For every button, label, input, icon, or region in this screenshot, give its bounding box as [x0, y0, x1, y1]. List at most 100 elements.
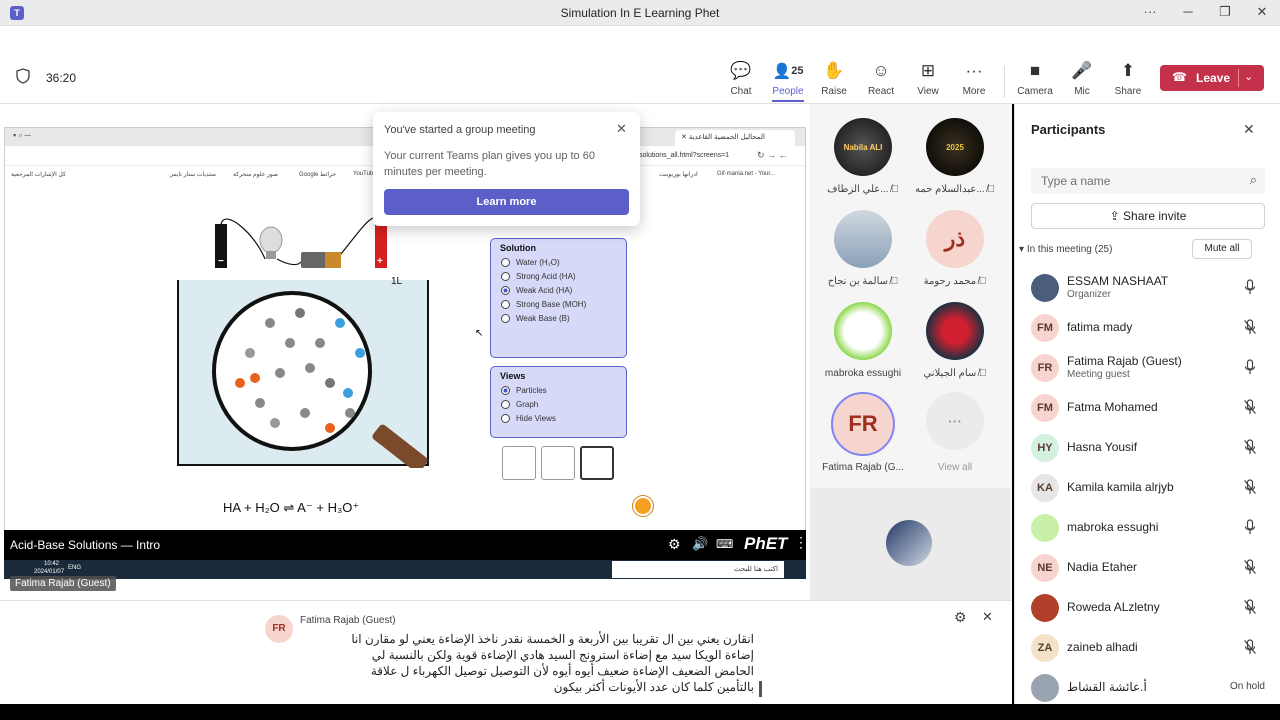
- share-button[interactable]: ⬆ Share: [1104, 60, 1152, 97]
- browser-tab[interactable]: ✕ المحاليل الحمضية القاعدية: [675, 130, 795, 146]
- mic-off-icon[interactable]: [1243, 439, 1257, 455]
- mic-off-icon: 🎙̸: [978, 276, 987, 287]
- gallery-tile[interactable]: 2025 عبدالسلام حمه... 🎙̸: [910, 118, 1000, 195]
- tile-name: علي الزطاف... 🎙̸: [827, 184, 899, 195]
- mic-icon[interactable]: [1243, 359, 1257, 375]
- mic-off-icon[interactable]: [1243, 599, 1257, 615]
- keyboard-icon[interactable]: ⌨: [716, 537, 733, 551]
- settings-icon[interactable]: ⚙: [668, 536, 681, 553]
- popup-close-icon[interactable]: ✕: [616, 121, 627, 137]
- participant-name: Hasna Yousif: [1067, 440, 1138, 454]
- solution-option-weak-acid[interactable]: Weak Acid (HA): [501, 286, 626, 295]
- participant-row[interactable]: FM fatima mady: [1031, 310, 1271, 346]
- tile-name: View all: [937, 462, 973, 473]
- gallery-tile[interactable]: Nabila ALI علي الزطاف... 🎙̸: [818, 118, 908, 195]
- participant-row[interactable]: ZA zaineb alhadi: [1031, 630, 1271, 666]
- captions-scrollbar[interactable]: [759, 681, 762, 697]
- participant-name: Kamila kamila alrjyb: [1067, 480, 1174, 494]
- more-options-icon[interactable]: ···: [1140, 4, 1160, 19]
- view-option-particles[interactable]: Particles: [501, 386, 626, 395]
- windows-taskbar: 10:42 2024/01/07 ENG اكتب هنا للبحث: [4, 560, 806, 579]
- participant-row[interactable]: FM Fatma Mohamed: [1031, 390, 1271, 426]
- taskbar-search[interactable]: اكتب هنا للبحث: [612, 561, 784, 578]
- raise-hand-button[interactable]: ✋ Raise: [810, 60, 858, 97]
- section-in-meeting[interactable]: ▾ In this meeting (25): [1019, 244, 1112, 255]
- gallery-tile-active[interactable]: FR Fatima Rajab (G...: [818, 392, 908, 473]
- share-invite-button[interactable]: ⇪ Share invite: [1031, 203, 1265, 229]
- captions-settings-icon[interactable]: ⚙: [954, 609, 967, 626]
- close-window-button[interactable]: ✕: [1252, 4, 1272, 20]
- mic-off-icon[interactable]: [1243, 319, 1257, 335]
- chat-button[interactable]: 💬 Chat: [717, 60, 765, 97]
- captions-close-icon[interactable]: ✕: [982, 609, 993, 625]
- solution-option-strong-acid[interactable]: Strong Acid (HA): [501, 272, 626, 281]
- mic-off-icon[interactable]: [1243, 639, 1257, 655]
- view-all-tile[interactable]: ··· View all: [910, 392, 1000, 473]
- phet-logo[interactable]: PhET: [744, 534, 787, 554]
- share-invite-icon: ⇪: [1109, 209, 1120, 223]
- gallery-tile[interactable]: ذر محمد رحومة 🎙̸: [910, 210, 1000, 287]
- participant-row[interactable]: أ.عائشة القشاط On hold: [1031, 670, 1271, 706]
- ph-meter-tool-button[interactable]: [502, 446, 536, 480]
- gallery-tile[interactable]: سالمة بن نجاح 🎙̸: [818, 210, 908, 287]
- ph-paper-tool-button[interactable]: [541, 446, 575, 480]
- chevron-down-icon[interactable]: ⌄: [1244, 70, 1253, 83]
- url-text[interactable]: solutions_all.html?screens=1: [639, 152, 729, 159]
- solution-header: Solution: [500, 243, 536, 253]
- mic-button[interactable]: 🎤 Mic: [1058, 60, 1106, 97]
- mic-off-icon[interactable]: [1243, 479, 1257, 495]
- taskbar-time: 10:42: [44, 561, 60, 567]
- sound-icon[interactable]: 🔊: [692, 536, 708, 552]
- solution-panel: Solution Water (H₂O) Strong Acid (HA) We…: [490, 238, 627, 358]
- participant-row[interactable]: ESSAM NASHAAT Organizer: [1031, 270, 1271, 306]
- participant-row[interactable]: Roweda ALzletny: [1031, 590, 1271, 626]
- avatar: [834, 302, 892, 360]
- grid-icon: ⊞: [920, 61, 936, 80]
- view-option-graph[interactable]: Graph: [501, 400, 626, 409]
- gallery-tile[interactable]: سام الجيلاني 🎙̸: [910, 302, 1000, 379]
- mic-icon[interactable]: [1243, 279, 1257, 295]
- conductivity-tool-button[interactable]: [580, 446, 614, 480]
- mute-all-button[interactable]: Mute all: [1192, 239, 1252, 259]
- avatar: Nabila ALI: [834, 118, 892, 176]
- view-option-hide-views[interactable]: Hide Views: [501, 414, 626, 423]
- view-button[interactable]: ⊞ View: [904, 60, 952, 97]
- people-button[interactable]: 👤25 People: [764, 60, 812, 102]
- self-video-tile[interactable]: [810, 488, 1010, 600]
- mic-icon[interactable]: [1243, 519, 1257, 535]
- participant-row[interactable]: FR Fatima Rajab (Guest) Meeting guest: [1031, 350, 1271, 386]
- minimize-button[interactable]: ─: [1178, 4, 1198, 19]
- phet-menu-icon[interactable]: ⋮: [794, 534, 808, 551]
- reset-icon[interactable]: [633, 496, 653, 516]
- share-icon: ⬆: [1120, 61, 1136, 80]
- solution-option-water[interactable]: Water (H₂O): [501, 258, 626, 267]
- mic-off-icon: 🎙̸: [891, 184, 899, 195]
- popup-title: You've started a group meeting: [384, 124, 536, 136]
- close-panel-icon[interactable]: ✕: [1243, 121, 1255, 138]
- mic-off-icon[interactable]: [1243, 399, 1257, 415]
- react-button[interactable]: ☺ React: [857, 60, 905, 97]
- leave-button[interactable]: ☎ Leave ⌄: [1160, 65, 1264, 91]
- mic-off-icon[interactable]: [1243, 559, 1257, 575]
- taskbar-date: 2024/01/07: [34, 569, 65, 575]
- participant-row[interactable]: KA Kamila kamila alrjyb: [1031, 470, 1271, 506]
- hand-icon: ✋: [823, 61, 845, 80]
- solution-option-weak-base[interactable]: Weak Base (B): [501, 314, 626, 323]
- ellipsis-icon: ···: [965, 61, 983, 80]
- solution-option-strong-base[interactable]: Strong Base (MOH): [501, 300, 626, 309]
- participant-name: fatima mady: [1067, 320, 1133, 334]
- gallery-tile[interactable]: mabroka essughi: [818, 302, 908, 379]
- battery-plus-label: +: [377, 256, 383, 267]
- search-participants-input[interactable]: Type a name ⌕: [1031, 168, 1265, 194]
- more-button[interactable]: ··· More: [950, 60, 998, 97]
- mic-off-icon: 🎙̸: [890, 276, 899, 287]
- camera-button[interactable]: ■ Camera: [1011, 60, 1059, 97]
- learn-more-button[interactable]: Learn more: [384, 189, 629, 215]
- avatar: [1031, 274, 1059, 302]
- sim-title: Acid-Base Solutions — Intro: [10, 538, 161, 552]
- maximize-button[interactable]: ❐: [1215, 4, 1235, 20]
- participant-row[interactable]: NE Nadia Etaher: [1031, 550, 1271, 586]
- participant-row[interactable]: mabroka essughi: [1031, 510, 1271, 546]
- battery-minus-label: −: [218, 256, 224, 267]
- participant-row[interactable]: HY Hasna Yousif: [1031, 430, 1271, 466]
